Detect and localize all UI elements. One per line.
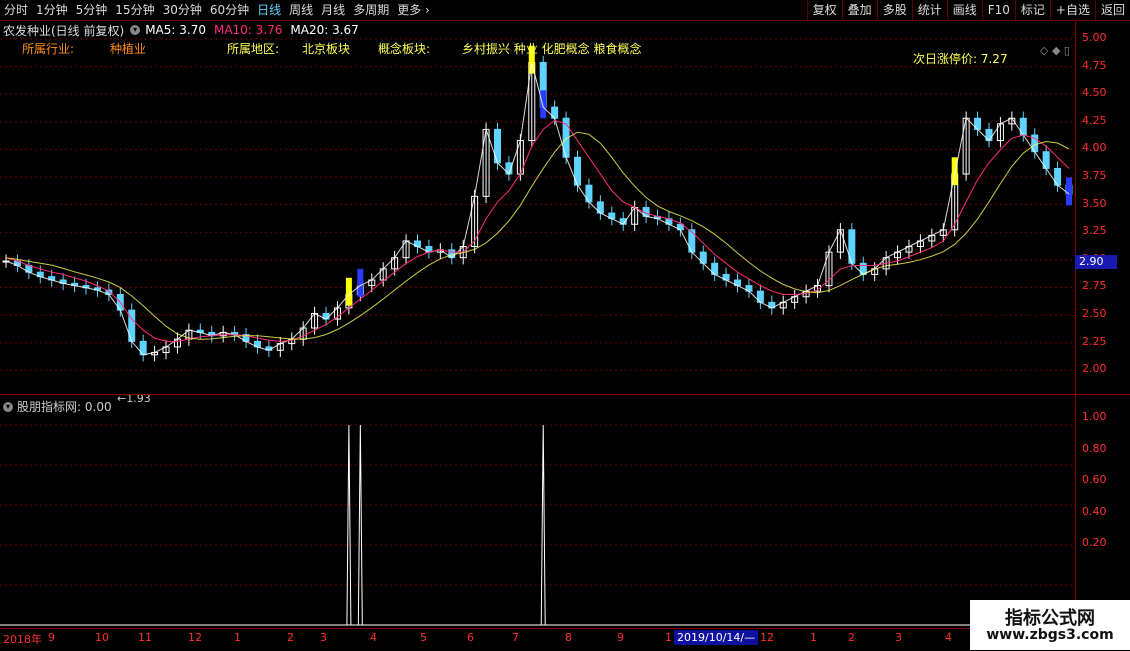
watermark-url: www.zbgs3.com [986, 627, 1114, 643]
period-tab-3[interactable]: 15分钟 [111, 0, 158, 20]
region-value[interactable]: 北京板块 [302, 40, 350, 57]
price-tick: 4.75 [1082, 58, 1107, 72]
tool-button-4[interactable]: 画线 [946, 0, 982, 20]
current-price-tag: 2.90 [1075, 255, 1117, 269]
date-label: 3 [895, 631, 902, 644]
kline-chart[interactable] [0, 21, 1075, 394]
ma5-line [5, 62, 1070, 356]
date-cursor-label: 2019/10/14/— [674, 630, 759, 645]
indicator-spike [357, 424, 363, 626]
date-label: 11 [138, 631, 152, 644]
indicator-spike [540, 424, 546, 626]
price-tick: 2.75 [1082, 279, 1107, 293]
panel-icons[interactable]: ◇ ◆ ▯ [1040, 44, 1070, 57]
date-label: 5 [420, 631, 427, 644]
date-label: 8 [565, 631, 572, 644]
date-label: 3 [320, 631, 327, 644]
concept-label: 概念板块: [378, 42, 431, 56]
concept-value[interactable]: 乡村振兴 种业 化肥概念 粮食概念 [462, 40, 641, 57]
date-label: 6 [467, 631, 474, 644]
stock-title: 农发种业(日线 前复权) [3, 23, 125, 38]
signal-bar [1066, 177, 1072, 206]
tool-button-6[interactable]: 标记 [1014, 0, 1050, 20]
period-tab-9[interactable]: 多周期 [349, 0, 393, 20]
period-tab-10[interactable]: 更多 › [393, 0, 434, 20]
kline-panel[interactable]: 农发种业(日线 前复权) ▾ MA5: 3.70 MA10: 3.76 MA20… [0, 21, 1075, 405]
date-label: 1 [234, 631, 241, 644]
indicator-tick: 0.20 [1082, 536, 1107, 549]
price-tick: 3.25 [1082, 224, 1107, 238]
indicator-panel[interactable] [0, 395, 1083, 627]
tool-button-7[interactable]: +自选 [1049, 0, 1095, 20]
tool-buttons: 复权 叠加 多股 统计 画线 F10 标记 +自选 返回 [806, 0, 1130, 20]
date-label: 12 [760, 631, 774, 644]
ma10-line [5, 119, 1070, 342]
tool-button-1[interactable]: 叠加 [841, 0, 877, 20]
price-tick: 4.25 [1082, 113, 1107, 127]
date-label: 7 [512, 631, 519, 644]
signal-bar [345, 277, 352, 306]
price-tick: 4.50 [1082, 86, 1107, 100]
indicator-tick: 0.60 [1082, 473, 1107, 486]
ma10-label: MA10: 3.76 [213, 23, 283, 37]
signal-bar [357, 268, 364, 297]
indicator-value: : 0.00 [77, 399, 112, 414]
period-toolbar: 分时 1分钟 5分钟 15分钟 30分钟 60分钟 日线 周线 月线 多周期 更多 › 复权 叠加 多股… [0, 0, 1130, 21]
price-tick: 2.50 [1082, 307, 1107, 320]
price-tick: 4.00 [1082, 141, 1107, 155]
indicator-name[interactable]: 股朋指标网 [17, 398, 77, 415]
indicator-dropdown-icon[interactable]: ▾ [3, 401, 13, 412]
ma5-label: MA5: 3.70 [145, 23, 206, 37]
industry-value[interactable]: 种植业 [110, 40, 146, 57]
dropdown-icon[interactable]: ▾ [130, 25, 141, 35]
period-tab-1[interactable]: 1分钟 [32, 0, 72, 20]
tool-button-2[interactable]: 多股 [876, 0, 912, 20]
date-label: 2 [848, 631, 855, 644]
industry-label: 所属行业: [22, 42, 75, 56]
date-label: 2018年 [3, 633, 42, 646]
region-label: 所属地区: [227, 42, 280, 56]
price-tick: 2.25 [1082, 334, 1107, 348]
tool-button-0[interactable]: 复权 [806, 0, 842, 20]
date-label: 2 [287, 631, 294, 644]
date-label: 9 [48, 631, 55, 644]
indicator-tick: 0.80 [1082, 441, 1107, 455]
date-label: 4 [370, 631, 377, 644]
date-label: 10 [95, 631, 109, 644]
chart-title-row: 农发种业(日线 前复权) ▾ MA5: 3.70 MA10: 3.76 MA20… [3, 22, 359, 38]
next-limit-price: 次日涨停价: 7.27 [913, 52, 1008, 66]
period-tab-5[interactable]: 60分钟 [206, 0, 253, 20]
period-tab-8[interactable]: 月线 [317, 0, 349, 20]
indicator-spike [346, 424, 352, 626]
price-tick: 3.50 [1082, 196, 1107, 210]
period-tab-7[interactable]: 周线 [285, 0, 317, 20]
period-tab-4[interactable]: 30分钟 [159, 0, 206, 20]
ma20-label: MA20: 3.67 [290, 23, 359, 37]
tool-button-5[interactable]: F10 [981, 0, 1015, 20]
date-label: 12 [188, 631, 202, 644]
period-tab-6[interactable]: 日线 [253, 0, 285, 20]
period-tab-2[interactable]: 5分钟 [72, 0, 112, 20]
indicator-tick: 0.40 [1082, 504, 1107, 518]
indicator-chart[interactable] [0, 395, 1083, 627]
indicator-title-row: ▾ 股朋指标网 : 0.00 [3, 398, 112, 415]
date-label: 9 [617, 631, 624, 644]
date-label: 1 [810, 631, 817, 644]
period-tabs: 分时 1分钟 5分钟 15分钟 30分钟 60分钟 日线 周线 月线 多周期 更多 › [0, 0, 434, 20]
indicator-tick: 1.00 [1082, 410, 1107, 423]
ma20-line [5, 131, 1070, 340]
tool-button-3[interactable]: 统计 [911, 0, 947, 20]
price-tick: 2.00 [1082, 362, 1107, 376]
watermark-logo: 指标公式网 www.zbgs3.com [970, 600, 1130, 650]
date-label: 4 [945, 631, 952, 644]
price-tick: 3.75 [1082, 169, 1107, 182]
period-tab-0[interactable]: 分时 [0, 0, 32, 20]
signal-bar [540, 90, 547, 119]
price-tick: 5.00 [1082, 31, 1107, 44]
date-axis[interactable]: 2018年 9 10 11 12 1 2 3 4 5 6 7 8 9 1 12 1 2 3 4 2019/10/14/… [0, 628, 1130, 651]
date-label: 1 [665, 631, 672, 644]
tool-button-8[interactable]: 返回 [1094, 0, 1130, 20]
